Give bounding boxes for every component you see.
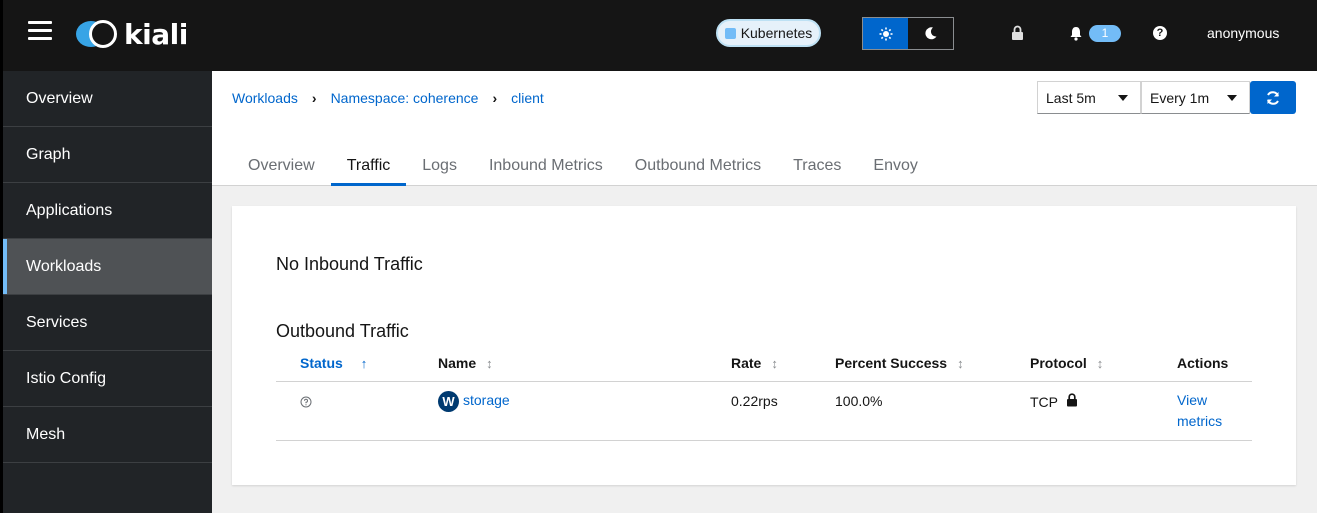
caret-down-icon [1227,94,1237,101]
time-range-value: Last 5m [1046,89,1096,106]
table-header: Status ↑ Name ↕ Rate ↕ Percent Success ↕ Pro… [276,348,1252,382]
sort-icon: ↕ [771,356,778,371]
detail-tabs: Overview Traffic Logs Inbound Metrics Ou… [232,146,934,186]
column-header-status[interactable]: Status ↑ [300,355,367,371]
sync-icon [1267,90,1279,105]
tab-overview[interactable]: Overview [232,146,331,186]
workload-badge: W [438,391,459,412]
outbound-traffic-title: Outbound Traffic [276,321,409,341]
percent-success-header-label: Percent Success [835,355,948,371]
kiali-logo-mark [76,19,122,49]
sidebar-item-overview[interactable]: Overview [3,71,212,127]
inbound-traffic-title: No Inbound Traffic [276,254,423,274]
percent-success-value: 100.0% [835,393,883,409]
sort-icon: ↕ [957,356,964,371]
page-header: Workloads › Namespace: coherence › clien… [212,71,1317,186]
refresh-interval-value: Every 1m [1150,89,1210,106]
chevron-right-icon: › [311,90,317,106]
refresh-interval-dropdown[interactable]: Every 1m [1141,81,1250,114]
breadcrumb: Workloads › Namespace: coherence › clien… [232,90,544,106]
sort-icon: ↕ [1096,356,1104,371]
hamburger-menu-icon[interactable] [28,21,52,41]
sidebar-item-mesh[interactable]: Mesh [3,407,212,463]
column-header-actions: Actions [1177,355,1229,371]
chevron-right-icon: › [492,90,498,106]
tab-traffic[interactable]: Traffic [330,146,407,186]
outbound-traffic-table: Status ↑ Name ↕ Rate ↕ Percent Success ↕ Pro… [276,348,1252,441]
sidebar-item-graph[interactable]: Graph [3,127,212,183]
rate-header-label: Rate [731,355,762,371]
cluster-icon [724,27,736,39]
sort-icon: ↕ [486,356,493,371]
tab-inbound-metrics[interactable]: Inbound Metrics [473,146,619,186]
column-header-rate[interactable]: Rate ↕ [731,355,778,371]
breadcrumb-workload[interactable]: client [511,90,544,106]
dark-theme-button[interactable] [908,18,953,49]
help-icon[interactable]: ? [1153,26,1167,40]
tab-envoy[interactable]: Envoy [857,146,933,186]
notification-count-badge[interactable]: 1 [1089,25,1121,42]
sort-ascending-icon: ↑ [360,356,368,371]
rate-value: 0.22rps [731,393,778,409]
protocol-cell: TCP [1030,393,1078,410]
status-header-label: Status [300,355,343,371]
caret-down-icon [1118,94,1128,101]
view-metrics-link[interactable]: View metrics [1177,390,1237,432]
protocol-header-label: Protocol [1030,355,1087,371]
sidebar-nav: Overview Graph Applications Workloads Se… [0,71,212,513]
tab-traces[interactable]: Traces [777,146,857,186]
breadcrumb-namespace[interactable]: Namespace: coherence [331,90,479,106]
kiali-logo[interactable]: kiali [76,17,188,51]
traffic-card: No Inbound Traffic Outbound Traffic Stat… [232,206,1296,485]
table-row: Wstorage 0.22rps 100.0% TCP View metrics [276,382,1252,441]
sidebar-item-workloads[interactable]: Workloads [3,239,212,295]
moon-icon [925,27,937,40]
health-status-icon [300,395,312,411]
masthead: kiali Kubernetes 1 ? anonymous [0,0,1317,71]
workload-link[interactable]: storage [463,392,510,408]
logo-text: kiali [124,17,188,51]
refresh-button[interactable] [1250,81,1296,114]
column-header-protocol[interactable]: Protocol ↕ [1030,355,1103,371]
lock-icon[interactable] [1011,25,1024,46]
tab-logs[interactable]: Logs [406,146,473,186]
breadcrumb-workloads[interactable]: Workloads [232,90,298,106]
theme-toggle [862,17,954,50]
sun-icon [879,27,892,40]
cluster-label: Kubernetes [740,25,813,41]
time-range-dropdown[interactable]: Last 5m [1037,81,1141,114]
bell-icon[interactable] [1069,26,1083,46]
column-header-percent-success[interactable]: Percent Success ↕ [835,355,964,371]
tab-outbound-metrics[interactable]: Outbound Metrics [619,146,777,186]
name-header-label: Name [438,355,477,371]
cluster-badge: Kubernetes [716,19,821,47]
view-metrics-label: View metrics [1177,392,1223,429]
sidebar-item-applications[interactable]: Applications [3,183,212,239]
protocol-value: TCP [1030,394,1058,410]
column-header-name[interactable]: Name ↕ [438,355,493,371]
user-menu[interactable]: anonymous [1207,25,1279,41]
sidebar-item-services[interactable]: Services [3,295,212,351]
mtls-lock-icon [1066,393,1077,407]
workload-name-cell: Wstorage [438,391,510,412]
light-theme-button[interactable] [863,18,908,49]
sidebar-item-istio-config[interactable]: Istio Config [3,351,212,407]
